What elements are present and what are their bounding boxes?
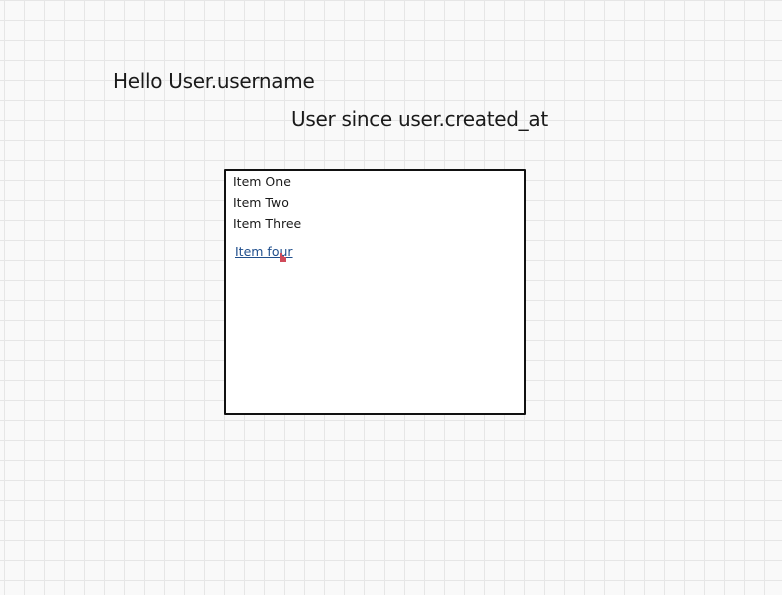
hand-pointer-icon	[279, 248, 287, 262]
list-item-one: Item One	[233, 174, 291, 189]
user-since-heading: User since user.created_at	[291, 107, 548, 131]
list-item-two: Item Two	[233, 195, 289, 210]
list-item-three: Item Three	[233, 216, 302, 231]
greeting-heading: Hello User.username	[113, 69, 315, 93]
item-list-box: Item One Item Two Item Three Item four	[224, 169, 526, 415]
